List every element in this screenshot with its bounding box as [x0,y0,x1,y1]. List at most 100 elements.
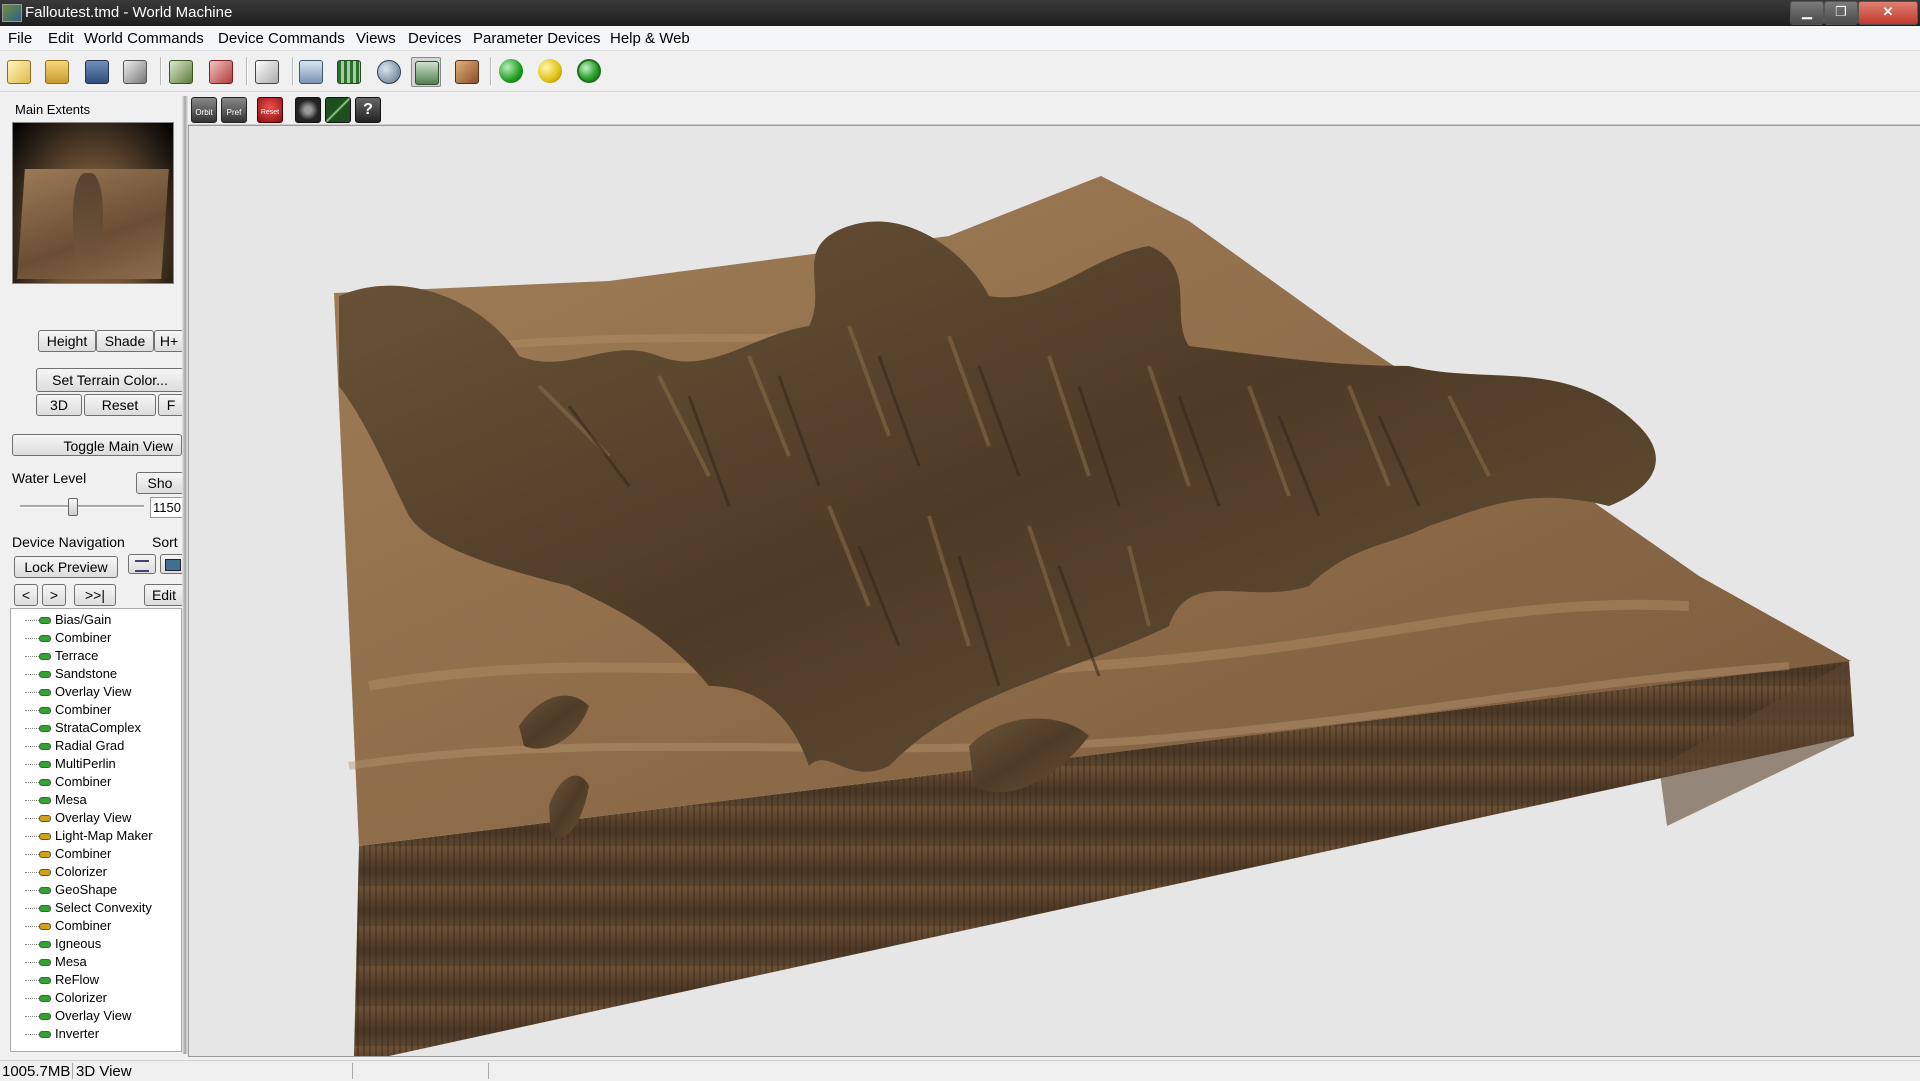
shade-button[interactable]: Shade [96,330,154,352]
sort-graph-icon[interactable] [160,554,184,574]
f-button[interactable]: F [158,394,184,416]
device-tree-item[interactable]: Combiner [11,773,181,791]
device-tree-item[interactable]: Overlay View [11,1007,181,1025]
tree-connector [25,872,39,873]
device-tree-item[interactable]: Light-Map Maker [11,827,181,845]
menu-views[interactable]: Views [356,30,396,47]
reset-icon[interactable]: Reset [256,96,283,123]
main-extents-label: Main Extents [15,102,91,117]
tree-connector [25,782,39,783]
globe-icon[interactable] [374,57,402,85]
save-disk-icon[interactable] [82,57,110,85]
maximize-button[interactable]: ❐ [1824,1,1858,25]
close-button[interactable]: ✕ [1858,1,1918,25]
device-status-icon [39,815,51,822]
device-tree-item[interactable]: Radial Grad [11,737,181,755]
lock-preview-button[interactable]: Lock Preview [14,556,118,578]
toolbar-separator [292,57,294,85]
device-name: MultiPerlin [55,756,116,771]
menu-parameter-devices[interactable]: Parameter Devices [473,30,601,47]
device-tree-item[interactable]: Colorizer [11,863,181,881]
sort-list-icon[interactable] [128,554,156,574]
last-device-button[interactable]: >>| [74,584,116,606]
main-extents-preview[interactable] [12,122,174,284]
help-icon[interactable]: ? [354,96,381,123]
device-tree-item[interactable]: Combiner [11,629,181,647]
show-water-button[interactable]: Sho [136,472,184,494]
device-tree-item[interactable]: Combiner [11,845,181,863]
next-device-button[interactable]: > [42,584,66,606]
build-yellow-icon[interactable] [536,57,564,85]
device-tree-item[interactable]: MultiPerlin [11,755,181,773]
menu-file[interactable]: File [8,30,32,47]
device-tree-item[interactable]: Combiner [11,917,181,935]
water-level-slider-thumb[interactable] [68,498,78,516]
h-plus-button[interactable]: H+ [154,330,184,352]
device-status-icon [39,1013,51,1020]
device-tree-item[interactable]: ReFlow [11,971,181,989]
device-tree-item[interactable]: Mesa [11,791,181,809]
menu-edit[interactable]: Edit [48,30,74,47]
device-status-icon [39,923,51,930]
device-tree-item[interactable]: Bias/Gain [11,611,181,629]
set-terrain-color-button[interactable]: Set Terrain Color... [36,368,184,392]
prev-device-button[interactable]: < [14,584,38,606]
texture-icon[interactable] [452,57,480,85]
open-folder-icon[interactable] [42,57,70,85]
new-file-icon[interactable] [4,57,32,85]
device-status-icon [39,779,51,786]
3d-button[interactable]: 3D [36,394,82,416]
device-tree-item[interactable]: Overlay View [11,809,181,827]
water-level-value[interactable]: 1150 [150,497,186,518]
device-tree-item[interactable]: StrataComplex [11,719,181,737]
build-region-icon[interactable] [575,57,603,85]
orbit-icon[interactable]: Orbit [190,96,217,123]
toolbar-separator [160,57,162,85]
device-name: Terrace [55,648,99,663]
camera-icon[interactable] [294,96,321,123]
edit-device-button[interactable]: Edit [144,584,184,606]
device-status-icon [39,653,51,660]
app-icon[interactable] [2,4,22,22]
wand-icon[interactable] [120,57,148,85]
terrain-view-icon[interactable] [411,57,441,87]
device-tree-item[interactable]: GeoShape [11,881,181,899]
export-icon[interactable] [206,57,234,85]
menu-devices[interactable]: Devices [408,30,461,47]
minimize-button[interactable]: ▁ [1790,1,1824,25]
device-status-icon [39,617,51,624]
device-status-icon [39,941,51,948]
tree-connector [25,908,39,909]
import-icon[interactable] [166,57,194,85]
reset-button[interactable]: Reset [84,394,156,416]
device-tree-item[interactable]: Inverter [11,1025,181,1043]
menu-help-web[interactable]: Help & Web [610,30,690,47]
3d-viewport[interactable] [188,125,1920,1057]
terrain-render[interactable] [189,126,1920,1056]
device-tree-item[interactable]: Sandstone [11,665,181,683]
menu-world-commands[interactable]: World Commands [84,30,204,47]
water-level-slider-track[interactable] [20,505,144,508]
grid-icon[interactable] [334,57,362,85]
line-icon[interactable] [324,96,351,123]
device-tree[interactable]: Bias/Gain Combiner Terrace Sandstone Overlay… [10,608,182,1052]
dice-icon[interactable] [252,57,280,85]
device-tree-item[interactable]: Select Convexity [11,899,181,917]
device-tree-item[interactable]: Terrace [11,647,181,665]
device-name: Overlay View [55,810,132,825]
device-tree-item[interactable]: Mesa [11,953,181,971]
device-tree-item[interactable]: Igneous [11,935,181,953]
device-status-icon [39,977,51,984]
device-tree-item[interactable]: Combiner [11,701,181,719]
device-tree-item[interactable]: Colorizer [11,989,181,1007]
menu-bar: File Edit World Commands Device Commands… [0,26,1920,51]
menu-device-commands[interactable]: Device Commands [218,30,345,47]
toggle-main-view-button[interactable]: Toggle Main View [12,434,182,456]
pref-icon[interactable]: Pref [220,96,247,123]
device-name: Combiner [55,630,112,645]
layout-icon[interactable] [296,57,324,85]
device-name: StrataComplex [55,720,141,735]
height-button[interactable]: Height [38,330,96,352]
device-tree-item[interactable]: Overlay View [11,683,181,701]
build-green-icon[interactable] [497,57,525,85]
